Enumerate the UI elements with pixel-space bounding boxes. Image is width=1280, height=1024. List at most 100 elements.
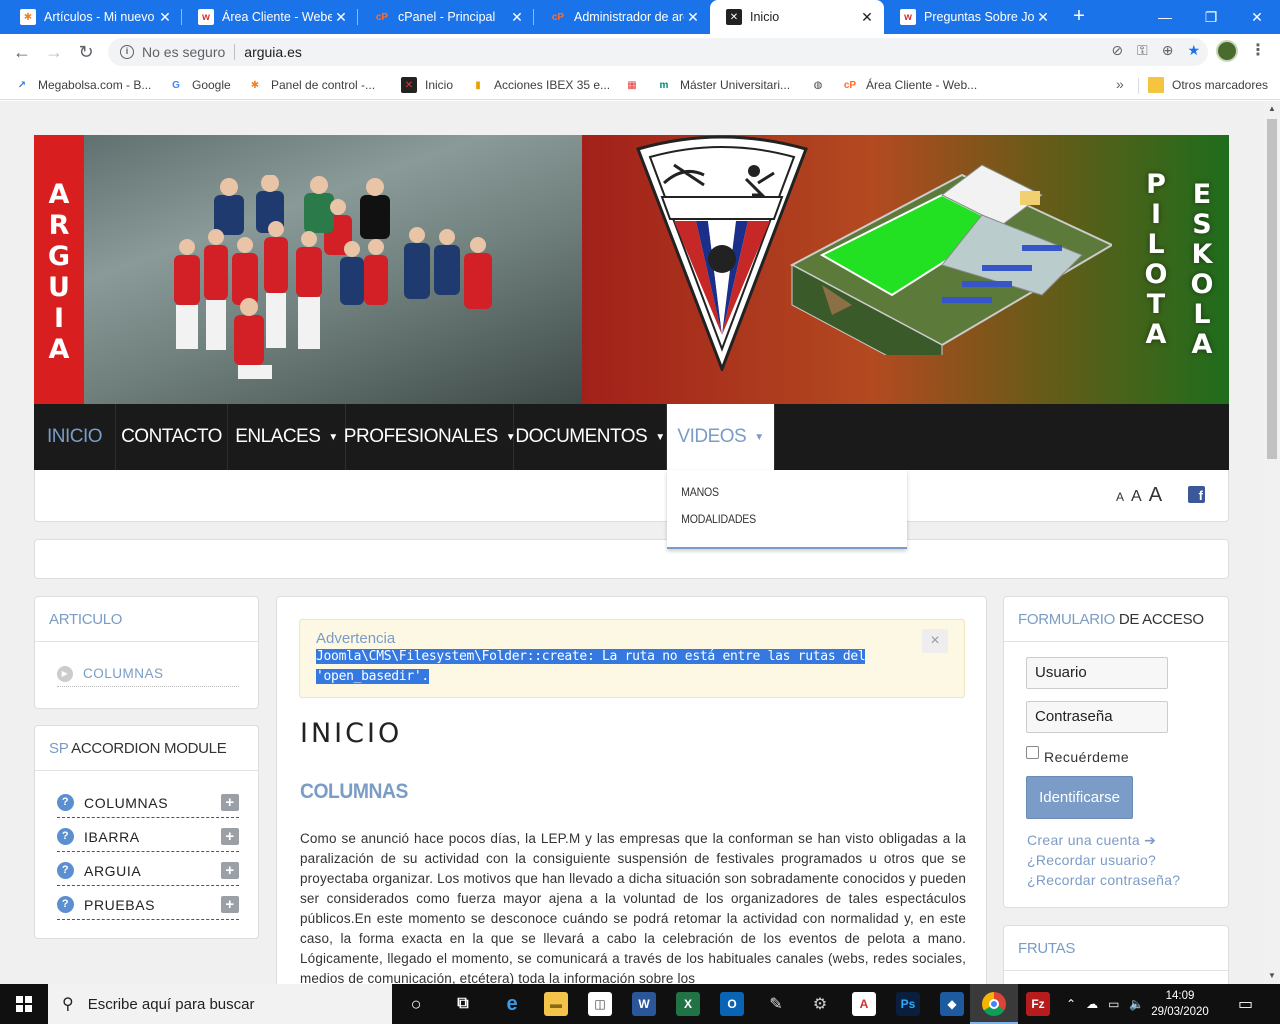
expand-plus-icon[interactable]: +	[221, 794, 239, 811]
zoom-icon[interactable]: ⊕	[1162, 42, 1174, 59]
font-size-medium-button[interactable]: A	[1131, 488, 1142, 506]
profile-avatar[interactable]	[1216, 40, 1238, 62]
info-icon[interactable]: i	[120, 45, 134, 59]
password-field[interactable]: Contraseña	[1026, 701, 1168, 733]
onedrive-icon[interactable]: ☁	[1086, 997, 1098, 1011]
notifications-icon[interactable]: ▭	[1238, 984, 1253, 1024]
url-text[interactable]: arguia.es	[244, 44, 302, 60]
accordion-item-pruebas[interactable]: ? PRUEBAS +	[57, 890, 239, 920]
windows-start-button[interactable]	[0, 984, 48, 1024]
taskbar-search-box[interactable]: ⚲ Escribe aquí para buscar	[48, 984, 392, 1024]
accordion-item-ibarra[interactable]: ? IBARRA +	[57, 822, 239, 852]
dropdown-item-manos[interactable]: MANOS	[667, 486, 878, 513]
dropdown-item-modalidades[interactable]: MODALIDADES	[667, 513, 878, 540]
photos-icon[interactable]: ✎	[764, 992, 788, 1016]
new-tab-button[interactable]: +	[1068, 6, 1090, 28]
bookmark-megabolsa[interactable]: ↗ Megabolsa.com - B...	[14, 76, 152, 94]
expand-plus-icon[interactable]: +	[221, 896, 239, 913]
close-tab-icon[interactable]: ✕	[858, 9, 876, 26]
volume-icon[interactable]: 🔈	[1129, 997, 1144, 1011]
forgot-password-link[interactable]: ¿Recordar contraseña?	[1027, 872, 1180, 888]
nav-item-documentos[interactable]: DOCUMENTOS ▼	[514, 404, 667, 470]
nav-item-videos[interactable]: VIDEOS ▼	[667, 404, 775, 470]
word-icon[interactable]: W	[632, 992, 656, 1016]
login-button[interactable]: Identificarse	[1026, 776, 1133, 819]
outlook-icon[interactable]: O	[720, 992, 744, 1016]
scrollbar-thumb[interactable]	[1267, 119, 1277, 459]
browser-tab-area-cliente[interactable]: w Área Cliente - Weber ✕	[182, 0, 358, 34]
accordion-item-arguia[interactable]: ? ARGUIA +	[57, 856, 239, 886]
nav-item-profesionales[interactable]: PROFESIONALES ▼	[344, 404, 516, 470]
browser-tab-articulos[interactable]: ✱ Artículos - Mi nuevo ✕	[4, 0, 182, 34]
close-tab-icon[interactable]: ✕	[684, 9, 702, 26]
close-window-button[interactable]: ✕	[1234, 0, 1280, 34]
bookmark-calendar[interactable]: ▦	[624, 76, 648, 94]
excel-icon[interactable]: X	[676, 992, 700, 1016]
remember-checkbox[interactable]	[1026, 745, 1039, 759]
scroll-down-arrow-icon[interactable]: ▼	[1264, 968, 1280, 984]
close-tab-icon[interactable]: ✕	[156, 9, 174, 26]
reload-icon[interactable]: ↻	[74, 40, 98, 64]
cortana-icon[interactable]: ○	[404, 992, 428, 1016]
tray-overflow-icon[interactable]: ⌃	[1066, 997, 1076, 1011]
create-account-link[interactable]: Crear una cuenta ➔	[1027, 832, 1156, 849]
close-tab-icon[interactable]: ✕	[508, 9, 526, 26]
bookmark-area-cliente[interactable]: cP Área Cliente - Web...	[842, 76, 977, 94]
browser-tab-inicio[interactable]: ✕ Inicio ✕	[710, 0, 884, 34]
forward-arrow-icon[interactable]: →	[42, 40, 66, 64]
bookmark-ibex[interactable]: ▮ Acciones IBEX 35 e...	[470, 76, 610, 94]
page-scrollbar[interactable]: ▲ ▼	[1264, 101, 1280, 984]
game-icon[interactable]: ⚙	[808, 992, 832, 1016]
bookmarks-overflow-icon[interactable]: »	[1116, 76, 1124, 92]
bookmark-inicio[interactable]: ✕ Inicio	[401, 76, 453, 94]
username-field[interactable]: Usuario	[1026, 657, 1168, 689]
chrome-icon[interactable]	[982, 992, 1006, 1016]
nav-item-enlaces[interactable]: ENLACES ▼	[228, 404, 346, 470]
back-arrow-icon[interactable]: ←	[10, 40, 34, 64]
frutas-panel-title: FRUTAS	[1004, 926, 1228, 971]
browser-toolbar: ← → ↻ i No es seguro arguia.es ⊘ ⚿ ⊕ ★ ⋮	[0, 34, 1280, 70]
font-size-large-button[interactable]: A	[1149, 484, 1162, 507]
close-tab-icon[interactable]: ✕	[332, 9, 350, 26]
security-status[interactable]: No es seguro	[142, 44, 225, 60]
photoshop-icon[interactable]: Ps	[896, 992, 920, 1016]
edge-icon[interactable]: e	[500, 992, 524, 1016]
font-size-small-button[interactable]: A	[1116, 490, 1124, 504]
menu-kebab-icon[interactable]: ⋮	[1250, 41, 1266, 63]
bookmark-master[interactable]: m Máster Universitari...	[656, 76, 790, 94]
file-explorer-icon[interactable]: ▬	[544, 992, 568, 1016]
remember-me[interactable]: Recuérdeme	[1026, 745, 1129, 765]
bookmark-panel-de-control[interactable]: ✱ Panel de control -...	[247, 76, 375, 94]
restore-window-button[interactable]: ❐	[1188, 0, 1234, 34]
close-icon[interactable]: ×	[922, 629, 948, 653]
bookmark-star-icon[interactable]: ★	[1187, 42, 1200, 59]
bookmark-globe[interactable]: ◍	[810, 76, 834, 94]
close-tab-icon[interactable]: ✕	[1034, 9, 1052, 26]
browser-tab-cpanel[interactable]: cP cPanel - Principal ✕	[358, 0, 534, 34]
bookmark-google[interactable]: G Google	[168, 76, 231, 94]
address-bar[interactable]: i No es seguro arguia.es ⊘ ⚿ ⊕ ★	[108, 38, 1208, 66]
facebook-icon[interactable]: f	[1188, 486, 1205, 503]
task-view-icon[interactable]: ⧉	[451, 992, 475, 1016]
pdf-icon[interactable]: A	[852, 992, 876, 1016]
network-icon[interactable]: ▭	[1108, 997, 1119, 1011]
browser-tab-preguntas[interactable]: w Preguntas Sobre Joo ✕	[884, 0, 1060, 34]
category-item-columnas[interactable]: ▶ COLUMNAS	[57, 661, 239, 687]
taskbar-clock[interactable]: 14:09 29/03/2020	[1150, 988, 1210, 1020]
forgot-username-link[interactable]: ¿Recordar usuario?	[1027, 852, 1156, 868]
kodi-icon[interactable]: ◆	[940, 992, 964, 1016]
expand-plus-icon[interactable]: +	[221, 828, 239, 845]
cookie-blocked-icon[interactable]: ⊘	[1111, 42, 1123, 59]
browser-tab-administrador[interactable]: cP Administrador de arc ✕	[534, 0, 710, 34]
minimize-window-button[interactable]: —	[1142, 0, 1188, 34]
bookmark-folder-other[interactable]: Otros marcadores	[1148, 76, 1268, 94]
accordion-item-columnas[interactable]: ? COLUMNAS +	[57, 788, 239, 818]
key-icon[interactable]: ⚿	[1137, 42, 1148, 59]
scroll-up-arrow-icon[interactable]: ▲	[1264, 101, 1280, 117]
store-icon[interactable]: ◫	[588, 992, 612, 1016]
nav-item-contacto[interactable]: CONTACTO	[116, 404, 228, 470]
nav-item-inicio[interactable]: INICIO	[34, 404, 116, 470]
filezilla-icon[interactable]: Fz	[1026, 992, 1050, 1016]
expand-plus-icon[interactable]: +	[221, 862, 239, 879]
article-title-link[interactable]: COLUMNAS	[300, 780, 408, 804]
